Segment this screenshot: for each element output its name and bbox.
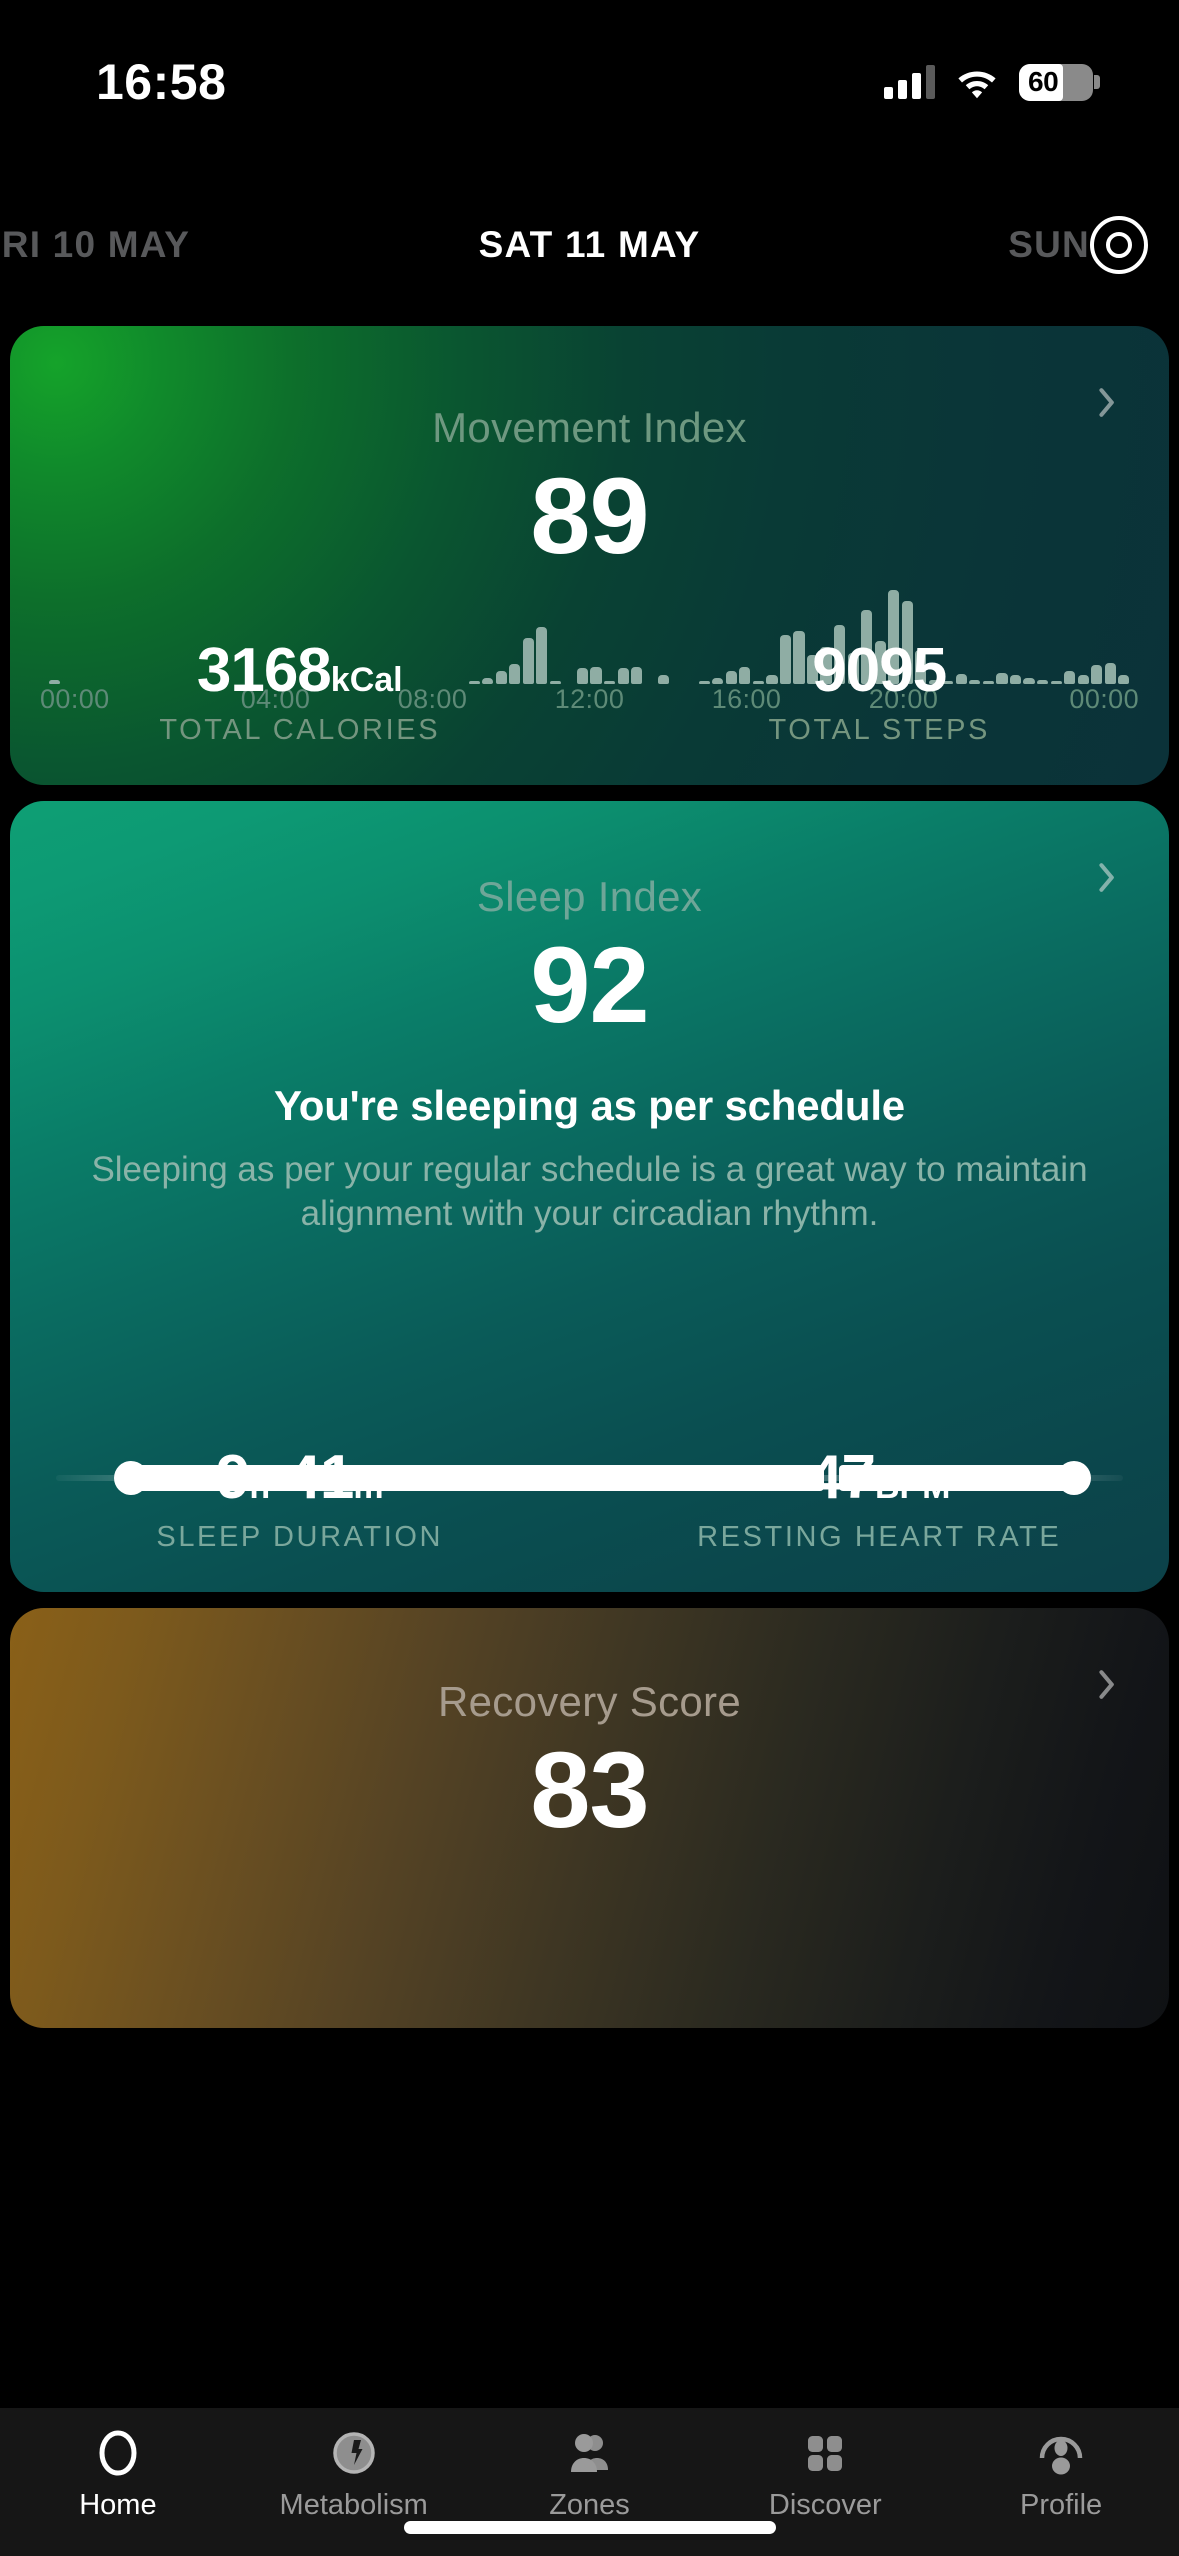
status-bar-indicators: 60	[884, 63, 1100, 101]
cellular-signal-icon	[884, 65, 935, 99]
sleep-duration-value: 9h 41m	[215, 1443, 384, 1512]
date-selector[interactable]: FRI 10 MAY SAT 11 MAY SUN 12	[0, 190, 1179, 300]
status-bar-time: 16:58	[96, 54, 227, 110]
sleep-duration-stat: 9h 41m SLEEP DURATION	[10, 1447, 590, 1554]
tab-home[interactable]: Home	[0, 2426, 236, 2522]
battery-percent: 60	[1028, 66, 1059, 97]
home-ring-icon	[99, 2430, 137, 2476]
sleep-stats: 9h 41m SLEEP DURATION 47BPM RESTING HEAR…	[10, 1447, 1169, 1554]
sleep-body-text: Sleeping as per your regular schedule is…	[91, 1149, 1088, 1234]
movement-stats: 3168kCal TOTAL CALORIES 9095 TOTAL STEPS	[10, 640, 1169, 747]
tab-zones-label: Zones	[549, 2489, 630, 2521]
total-steps-label: TOTAL STEPS	[768, 714, 990, 746]
total-calories-value: 3168kCal	[196, 636, 403, 705]
date-previous[interactable]: FRI 10 MAY	[0, 190, 190, 300]
status-bar: 16:58 60	[0, 0, 1179, 150]
sleep-duration-label: SLEEP DURATION	[156, 1521, 444, 1553]
date-current[interactable]: SAT 11 MAY	[479, 190, 701, 300]
sleep-headline: You're sleeping as per schedule	[274, 1081, 905, 1129]
tab-discover[interactable]: Discover	[707, 2426, 943, 2522]
tab-bar: Home Metabolism Zones Discover Profile	[0, 2408, 1179, 2556]
movement-score: 89	[530, 455, 649, 576]
wifi-icon	[954, 65, 1000, 99]
total-calories-stat: 3168kCal TOTAL CALORIES	[10, 640, 590, 747]
tab-profile[interactable]: Profile	[943, 2426, 1179, 2522]
app-screen: 16:58 60 FRI 10 MAY SAT 11 MAY SUN 12	[0, 0, 1179, 2556]
recovery-score-card[interactable]: Recovery Score 83	[10, 1608, 1169, 2028]
recovery-card-title: Recovery Score	[438, 1678, 741, 1725]
recovery-score: 83	[530, 1729, 649, 1850]
tab-profile-label: Profile	[1019, 2489, 1103, 2521]
sleep-card-title: Sleep Index	[476, 873, 703, 920]
resting-hr-stat: 47BPM RESTING HEART RATE	[590, 1447, 1170, 1554]
tab-discover-label: Discover	[768, 2489, 882, 2521]
battery-icon: 60	[1019, 63, 1100, 101]
person-icon	[1039, 2436, 1083, 2475]
sleep-score: 92	[530, 924, 649, 1045]
today-ring-icon[interactable]	[1090, 216, 1148, 274]
metabolism-icon	[332, 2432, 375, 2474]
grid-icon	[808, 2436, 843, 2471]
total-steps-value: 9095	[812, 636, 947, 705]
tab-zones[interactable]: Zones	[472, 2426, 708, 2522]
total-calories-label: TOTAL CALORIES	[159, 714, 441, 746]
tab-metabolism-label: Metabolism	[279, 2489, 428, 2521]
chevron-right-icon[interactable]	[1109, 859, 1129, 895]
movement-index-card[interactable]: Movement Index 89 00:00 04:00 08:00 12:00 16…	[10, 326, 1169, 785]
zones-people-icon	[571, 2434, 609, 2472]
chevron-right-icon[interactable]	[1109, 1666, 1129, 1702]
tab-metabolism[interactable]: Metabolism	[236, 2426, 472, 2522]
movement-card-title: Movement Index	[432, 404, 747, 451]
resting-hr-value: 47BPM	[807, 1443, 951, 1512]
home-indicator	[403, 2521, 776, 2534]
tab-home-label: Home	[79, 2489, 157, 2521]
cards-scroll-area[interactable]: Movement Index 89 00:00 04:00 08:00 12:00 16…	[0, 326, 1179, 2408]
sleep-index-card[interactable]: Sleep Index 92 You're sleeping as per sc…	[10, 801, 1169, 1592]
chevron-right-icon[interactable]	[1109, 384, 1129, 420]
total-steps-stat: 9095 TOTAL STEPS	[590, 640, 1170, 747]
resting-hr-label: RESTING HEART RATE	[697, 1521, 1062, 1553]
